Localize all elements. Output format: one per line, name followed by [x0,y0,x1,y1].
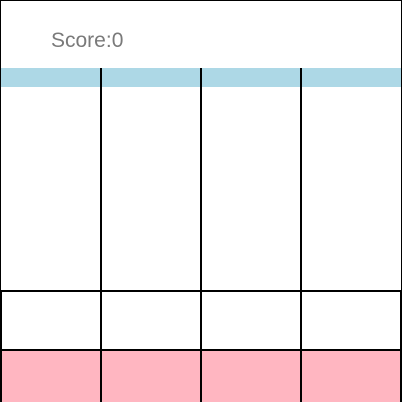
hit-zone-1[interactable] [1,350,101,402]
hit-zone-2[interactable] [101,350,201,402]
lane-tile-3[interactable] [201,290,301,350]
lane-tile-1[interactable] [1,290,101,350]
game-board: Score:0 [0,0,402,402]
hit-zone-3[interactable] [201,350,301,402]
hit-zone-row [1,350,401,402]
hit-zone-4[interactable] [301,350,401,402]
score-value: 0 [111,29,124,52]
lane-tile-4[interactable] [301,290,401,350]
lane-tile-2[interactable] [101,290,201,350]
tile-row [1,290,401,350]
score-label: Score: [51,29,112,52]
score-display: Score:0 [51,29,123,53]
